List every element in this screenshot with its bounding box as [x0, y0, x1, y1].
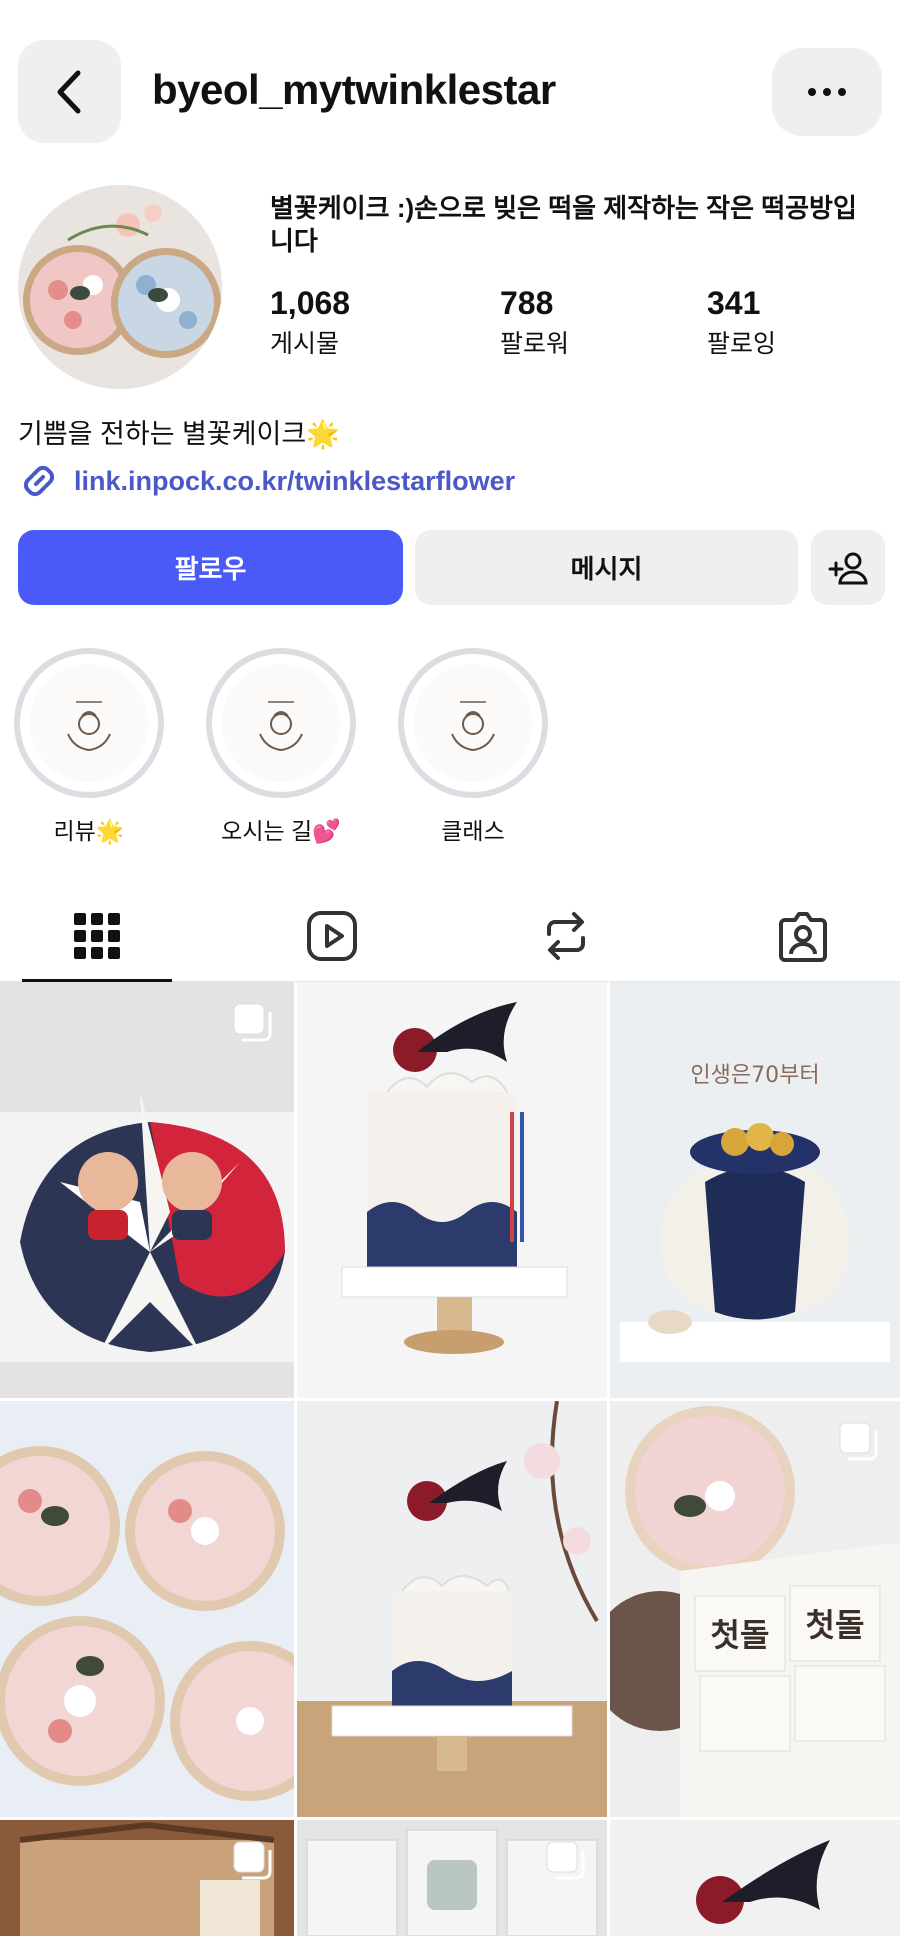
highlight-label: 오시는 길💕 [221, 818, 341, 844]
link-icon [23, 465, 55, 497]
tab-tagged[interactable] [728, 890, 878, 982]
more-dots-icon [808, 88, 846, 96]
highlight-label: 클래스 [441, 818, 505, 844]
follow-button[interactable]: 팔로우 [18, 530, 403, 605]
chevron-left-icon [57, 70, 80, 113]
crane-cake-image [297, 982, 607, 1398]
multiple-photos-icon [839, 1422, 878, 1461]
multiple-photos-icon [233, 1003, 272, 1042]
post-thumbnail[interactable] [297, 1820, 607, 1936]
svg-text:첫돌: 첫돌 [806, 1606, 865, 1644]
profile-link-text: link.inpock.co.kr/twinklestarflower [74, 465, 516, 496]
stat-followers-count: 788 [500, 285, 554, 321]
reels-icon [307, 911, 357, 961]
profile-avatar[interactable] [18, 185, 222, 389]
repost-icon [547, 912, 585, 960]
highlight-class[interactable]: 클래스 [398, 648, 548, 846]
back-button[interactable] [18, 40, 121, 143]
highlight-directions[interactable]: 오시는 길💕 [206, 648, 356, 846]
add-user-button[interactable] [811, 530, 885, 605]
brand-logo-icon [259, 701, 303, 752]
pouch-cake-image: 인생은70부터 [610, 982, 900, 1398]
profile-username: byeol_mytwinklestar [152, 66, 556, 113]
svg-text:첫돌: 첫돌 [711, 1616, 770, 1654]
stat-following[interactable]: 341 팔로잉 [707, 285, 776, 360]
svg-text:인생은70부터: 인생은70부터 [690, 1063, 819, 1088]
stat-following-count: 341 [707, 285, 761, 321]
bojagi-cake-image [0, 982, 294, 1398]
profile-header: byeol_mytwinklestar [18, 40, 882, 143]
post-thumbnail[interactable] [297, 982, 607, 1398]
profile-tabs [0, 890, 900, 983]
crane-cake-image [297, 1401, 607, 1817]
crane-topper-image [610, 1820, 900, 1936]
profile-bio-line: 기쁨을 전하는 별꽃케이크🌟 [18, 419, 340, 449]
stat-posts-label: 게시물 [270, 330, 340, 358]
post-thumbnail[interactable] [0, 1401, 294, 1817]
first-birthday-rice-cake-image: 첫돌 첫돌 [610, 1401, 900, 1817]
stat-followers[interactable]: 788 팔로워 [500, 285, 569, 360]
posts-grid: 인생은70부터 첫돌 첫돌 [0, 982, 900, 1936]
stat-following-label: 팔로잉 [707, 330, 777, 358]
highlight-label: 리뷰🌟 [53, 818, 125, 844]
multiple-photos-icon [233, 1841, 272, 1880]
stat-posts-count: 1,068 [270, 285, 351, 321]
tab-reposts[interactable] [491, 890, 641, 982]
rice-cake-boxes-image [18, 185, 222, 389]
post-thumbnail[interactable] [0, 1820, 294, 1936]
highlight-reviews[interactable]: 리뷰🌟 [14, 648, 164, 846]
multiple-photos-icon [546, 1841, 585, 1880]
add-user-icon [828, 552, 868, 584]
post-thumbnail[interactable] [297, 1401, 607, 1817]
message-button[interactable]: 메시지 [415, 530, 798, 605]
tagged-icon [779, 912, 827, 962]
stat-followers-label: 팔로워 [500, 330, 570, 358]
grid-icon [74, 913, 120, 959]
stat-posts[interactable]: 1,068 게시물 [270, 285, 350, 360]
post-thumbnail[interactable] [0, 982, 294, 1398]
tab-posts-grid[interactable] [22, 890, 172, 982]
post-thumbnail[interactable]: 첫돌 첫돌 [610, 1401, 900, 1817]
rice-cake-boxes-image [0, 1401, 294, 1817]
profile-bio-title: 별꽃케이크 :)손으로 빚은 떡을 제작하는 작은 떡공방입니다 [270, 193, 857, 256]
brand-logo-icon [67, 701, 111, 752]
profile-link[interactable]: link.inpock.co.kr/twinklestarflower [18, 460, 515, 502]
post-thumbnail[interactable] [610, 1820, 900, 1936]
post-thumbnail[interactable]: 인생은70부터 [610, 982, 900, 1398]
tab-reels[interactable] [257, 890, 407, 982]
more-options-button[interactable] [772, 48, 882, 136]
brand-logo-icon [451, 701, 495, 752]
